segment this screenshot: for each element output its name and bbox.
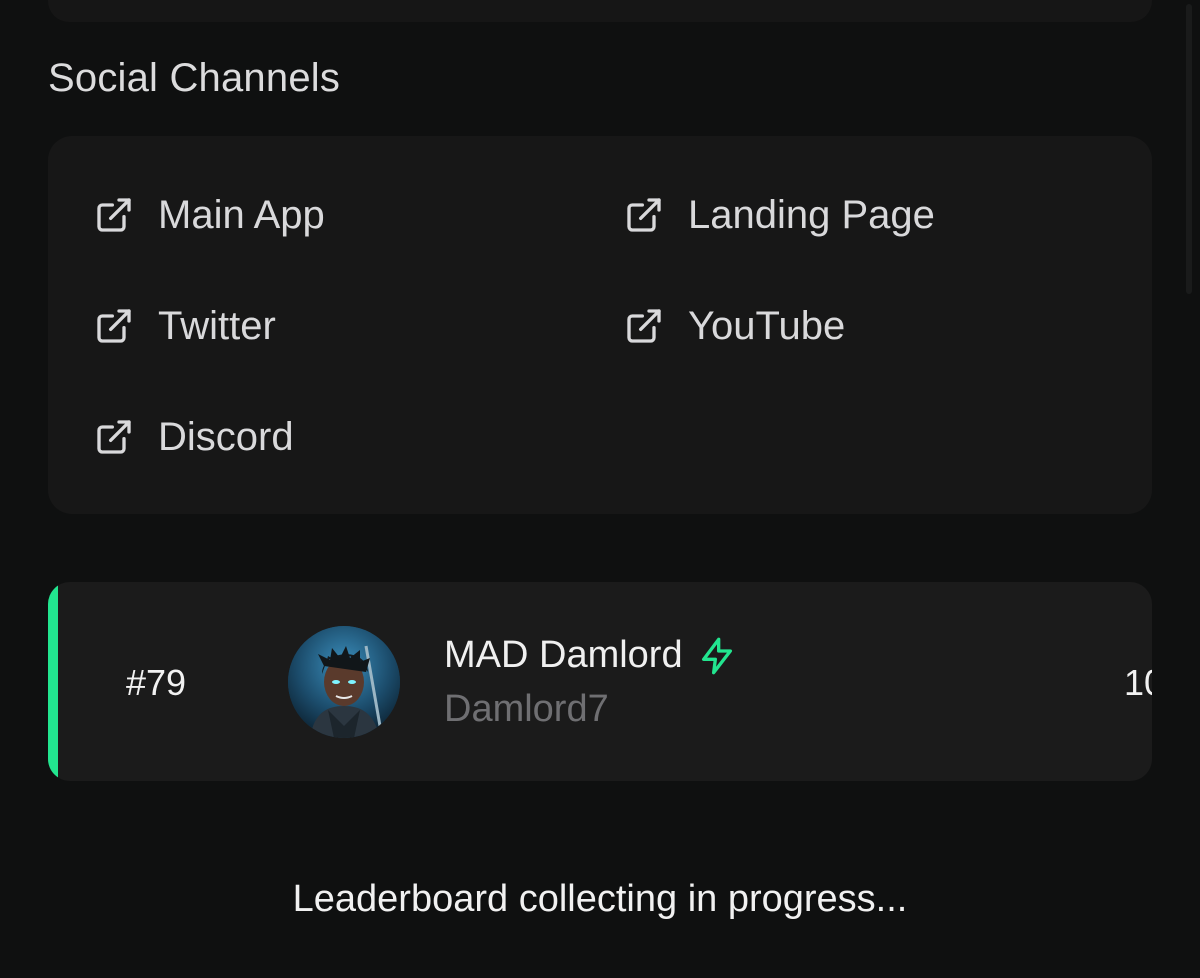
leaderboard-entry-card[interactable]: #79 MAD Damlord Damlord7 1 bbox=[48, 582, 1152, 781]
page: Social Channels Main App Landing Page Tw… bbox=[0, 0, 1200, 978]
link-label: Main App bbox=[158, 192, 325, 237]
link-label: Landing Page bbox=[688, 192, 935, 237]
score-value: 10 bbox=[1124, 662, 1152, 703]
external-link-icon bbox=[94, 195, 134, 235]
link-main-app[interactable]: Main App bbox=[94, 187, 325, 243]
user-display-name-row: MAD Damlord bbox=[444, 634, 737, 677]
user-handle: Damlord7 bbox=[444, 688, 609, 730]
scrollbar-thumb[interactable] bbox=[1186, 4, 1192, 294]
avatar bbox=[288, 626, 400, 738]
external-link-icon bbox=[94, 306, 134, 346]
external-link-icon bbox=[624, 306, 664, 346]
user-display-name: MAD Damlord bbox=[444, 634, 683, 676]
external-link-icon bbox=[624, 195, 664, 235]
previous-card bbox=[48, 0, 1152, 22]
link-label: Twitter bbox=[158, 303, 276, 348]
link-discord[interactable]: Discord bbox=[94, 409, 294, 465]
external-link-icon bbox=[94, 417, 134, 457]
status-message: Leaderboard collecting in progress... bbox=[292, 878, 908, 920]
link-twitter[interactable]: Twitter bbox=[94, 298, 276, 354]
link-youtube[interactable]: YouTube bbox=[624, 298, 845, 354]
rank-accent-bar bbox=[48, 582, 58, 781]
rank-number: #79 bbox=[126, 662, 187, 703]
link-landing-page[interactable]: Landing Page bbox=[624, 187, 935, 243]
social-links-card: Main App Landing Page Twitter YouTube Di… bbox=[48, 136, 1152, 514]
section-title: Social Channels bbox=[48, 56, 341, 100]
lightning-bolt-icon bbox=[697, 636, 737, 676]
link-label: YouTube bbox=[688, 303, 846, 348]
avatar-portrait bbox=[288, 626, 400, 738]
link-label: Discord bbox=[158, 414, 294, 459]
